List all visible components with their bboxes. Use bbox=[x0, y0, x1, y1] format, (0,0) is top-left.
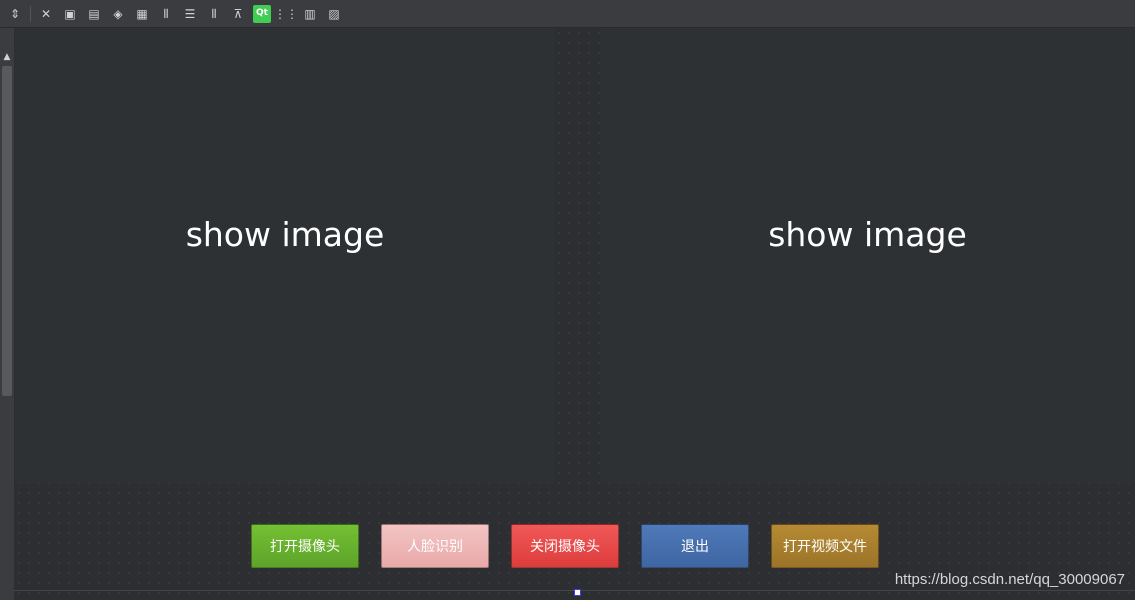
watermark-url: https://blog.csdn.net/qq_30009067 bbox=[894, 571, 1125, 588]
close-icon[interactable]: ✕ bbox=[37, 5, 55, 23]
open-video-file-button[interactable]: 打开视频文件 bbox=[771, 524, 879, 568]
face-recognition-button[interactable]: 人脸识别 bbox=[381, 524, 489, 568]
vertical-scrollbar[interactable]: ▲ bbox=[0, 28, 15, 600]
right-image-label: show image bbox=[600, 28, 1135, 483]
left-image-text: show image bbox=[185, 215, 385, 254]
resize-handle[interactable] bbox=[574, 589, 581, 596]
layout-form-icon[interactable]: ▥ bbox=[301, 5, 319, 23]
left-image-label: show image bbox=[15, 28, 555, 483]
exit-button[interactable]: 退出 bbox=[641, 524, 749, 568]
sort-arrows-icon[interactable]: ⇕ bbox=[6, 5, 24, 23]
widget-box-icon[interactable]: ▣ bbox=[61, 5, 79, 23]
designer-toolbar: ⇕ ✕ ▣ ▤ ◈ ▦ ⦀ ☰ ⫴ ⊼ Qt ⋮⋮ ▥ ▨ bbox=[0, 0, 1135, 28]
close-camera-button[interactable]: 关闭摄像头 bbox=[511, 524, 619, 568]
split-vertical-icon[interactable]: ⊼ bbox=[229, 5, 247, 23]
horizontal-lines-icon[interactable]: ☰ bbox=[181, 5, 199, 23]
image-icon[interactable]: ▨ bbox=[325, 5, 343, 23]
scroll-up-icon[interactable]: ▲ bbox=[2, 52, 12, 62]
tag-icon[interactable]: ◈ bbox=[109, 5, 127, 23]
right-image-text: show image bbox=[768, 215, 967, 254]
widget-box-alt-icon[interactable]: ▤ bbox=[85, 5, 103, 23]
toolbar-separator bbox=[30, 5, 31, 22]
open-camera-button[interactable]: 打开摄像头 bbox=[251, 524, 359, 568]
qt-logo-icon[interactable]: Qt bbox=[253, 4, 271, 23]
form-icon[interactable]: ▦ bbox=[133, 5, 151, 23]
grid-icon[interactable]: ⋮⋮ bbox=[274, 5, 298, 23]
split-horizontal-icon[interactable]: ⫴ bbox=[205, 5, 223, 23]
scrollbar-thumb[interactable] bbox=[2, 66, 12, 396]
vertical-bars-icon[interactable]: ⦀ bbox=[157, 5, 175, 23]
